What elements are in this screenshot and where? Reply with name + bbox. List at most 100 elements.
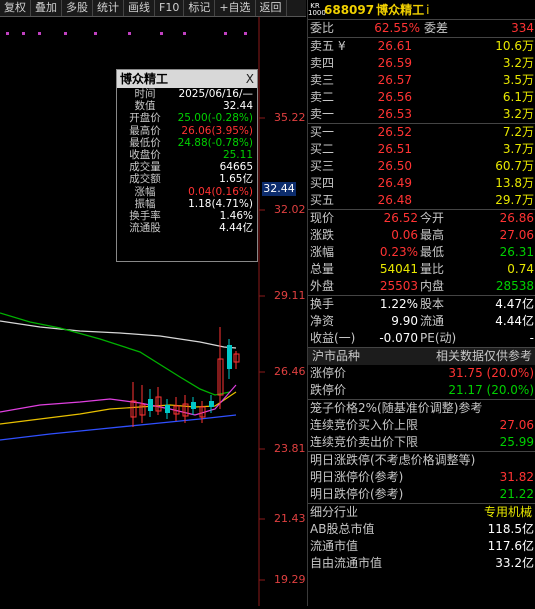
cage-header: 笼子价格2%(随基准价调整)参考 xyxy=(310,401,483,415)
ask-price[interactable]: 26.53 xyxy=(352,106,412,123)
tooltip-row-label: 振幅 xyxy=(134,197,156,210)
axis-label-2: 32.02 xyxy=(274,203,306,216)
tooltip-row-value: 24.88(-0.78%) xyxy=(177,136,253,149)
close-icon[interactable]: X xyxy=(246,70,254,88)
bid-volume: 13.8万 xyxy=(495,176,534,190)
nextday-prices: 明日涨停价(参考) 31.82 明日跌停价(参考) 21.22 xyxy=(308,469,535,504)
quote-panel: KR 1000 688097 博众精工 i 委比 62.55% 委差 334 卖… xyxy=(307,0,535,606)
fund-value-1: 1.22% xyxy=(379,297,418,311)
fund-label-2: 流通 xyxy=(420,314,445,328)
bid-price[interactable]: 26.51 xyxy=(352,141,412,158)
toolbar-multistock-button[interactable]: 多股 xyxy=(62,0,93,16)
axis-label-5: 23.81 xyxy=(274,442,306,455)
ask-mark: ¥ xyxy=(338,39,346,53)
tooltip-row-label: 最高价 xyxy=(129,124,161,137)
bid-label: 买二 xyxy=(310,142,335,156)
fund-row: 换手 1.22% 股本 4.47亿 xyxy=(308,296,535,313)
toolbar-drawline-button[interactable]: 画线 xyxy=(124,0,155,16)
stock-name: 博众精工 xyxy=(376,3,425,17)
tooltip-row-value: 1.18(4.71%) xyxy=(188,197,253,210)
toolbar-f10-button[interactable]: F10 xyxy=(155,0,185,16)
tooltip-row: 流通股 4.44亿 xyxy=(117,222,257,234)
tooltip-row: 数值 32.44 xyxy=(117,100,257,112)
ask-label: 卖一 xyxy=(310,107,335,121)
cap-value: 118.5亿 xyxy=(487,522,534,536)
market-type-header: 沪市品种 相关数据仅供参考 xyxy=(308,348,535,365)
cage-value: 25.99 xyxy=(499,435,534,449)
stock-code: 688097 xyxy=(324,2,375,17)
bid-row: 买一 26.52 7.2万 xyxy=(308,124,535,141)
quote-value-1: 0.23% xyxy=(379,245,418,259)
quote-value-2: 0.74 xyxy=(507,262,534,276)
market-badge: KR 1000 xyxy=(308,2,326,17)
tooltip-row-label: 最低价 xyxy=(129,136,161,149)
reference-note: 相关数据仅供参考 xyxy=(435,349,532,363)
quote-label-2: 最低 xyxy=(420,245,445,259)
tooltip-row: 涨幅 0.04(0.16%) xyxy=(117,186,257,198)
fund-row: 净资 9.90 流通 4.44亿 xyxy=(308,313,535,330)
quote-value-1: 54041 xyxy=(379,262,418,276)
toolbar-stats-button[interactable]: 统计 xyxy=(93,0,124,16)
bid-label: 买三 xyxy=(310,159,335,173)
bid-price[interactable]: 26.52 xyxy=(352,124,412,141)
tooltip-row: 开盘价 25.00(-0.28%) xyxy=(117,112,257,124)
weibi-row: 委比 62.55% 委差 334 xyxy=(308,20,535,38)
toolbar-overlay-button[interactable]: 叠加 xyxy=(31,0,62,16)
ask-book: 卖五 ¥26.61 10.6万 卖四 26.59 3.2万 卖三 26.57 3.5万 卖二 26.… xyxy=(308,38,535,124)
ask-volume: 3.2万 xyxy=(502,107,534,121)
tooltip-row-value: 0.04(0.16%) xyxy=(188,185,253,198)
cap-row: 自由流通市值 33.2亿 xyxy=(308,555,535,572)
nextday-row: 明日涨停价(参考) 31.82 xyxy=(308,469,535,486)
toolbar-back-button[interactable]: 返回 xyxy=(256,0,287,16)
industry-row: 细分行业 专用机械 xyxy=(308,504,535,521)
cap-row: AB股总市值 118.5亿 xyxy=(308,521,535,538)
ask-price[interactable]: 26.61 xyxy=(352,38,412,55)
bid-volume: 29.7万 xyxy=(495,193,534,207)
toolbar-mark-button[interactable]: 标记 xyxy=(184,0,216,16)
quote-row: 外盘 25503 内盘 28538 xyxy=(308,278,535,295)
quote-value-2: 27.06 xyxy=(499,228,534,242)
tooltip-row-value: 1.65亿 xyxy=(219,173,253,186)
tooltip-row-value: 26.06(3.95%) xyxy=(181,124,253,137)
bid-volume: 60.7万 xyxy=(495,159,534,173)
info-icon[interactable]: i xyxy=(426,3,429,17)
bid-price[interactable]: 26.49 xyxy=(352,175,412,192)
ask-price[interactable]: 26.57 xyxy=(352,72,412,89)
ask-row: 卖三 26.57 3.5万 xyxy=(308,72,535,89)
industry-value[interactable]: 专用机械 xyxy=(358,504,535,521)
tooltip-row: 振幅 1.18(4.71%) xyxy=(117,198,257,210)
ask-mark xyxy=(338,89,352,106)
ask-label: 卖二 xyxy=(310,90,335,104)
cap-label: 自由流通市值 xyxy=(310,556,383,570)
limit-row: 涨停价 31.75 (20.0%) xyxy=(308,365,535,382)
toolbar-fuquan-button[interactable]: 复权 xyxy=(0,0,31,16)
bid-label: 买五 xyxy=(310,193,335,207)
toolbar-add-favorite-button[interactable]: +自选 xyxy=(215,0,256,16)
weicha-label: 委差 xyxy=(424,21,449,35)
ask-price[interactable]: 26.59 xyxy=(352,55,412,72)
quote-value-2: 26.86 xyxy=(499,211,534,225)
quote-label-1: 总量 xyxy=(310,262,335,276)
quote-label-2: 今开 xyxy=(420,211,445,225)
bid-label: 买一 xyxy=(310,125,335,139)
ask-price[interactable]: 26.56 xyxy=(352,89,412,106)
nextday-label: 明日涨停价(参考) xyxy=(310,470,404,484)
limit-label: 涨停价 xyxy=(310,366,347,380)
kline-chart[interactable]: 35.22 32.02 29.11 26.46 23.81 21.43 19.2… xyxy=(0,17,306,606)
ask-label: 卖五 xyxy=(310,39,335,53)
tooltip-row-label: 收盘价 xyxy=(129,148,161,161)
bid-price[interactable]: 26.48 xyxy=(352,192,412,209)
limit-prices: 涨停价 31.75 (20.0%) 跌停价 21.17 (20.0%) xyxy=(308,365,535,400)
tooltip-row-value: 25.00(-0.28%) xyxy=(177,112,253,125)
industry-label: 细分行业 xyxy=(310,505,359,519)
bid-row: 买三 26.50 60.7万 xyxy=(308,158,535,175)
weibi-label: 委比 xyxy=(310,21,335,35)
ask-volume: 3.2万 xyxy=(502,56,534,70)
nextday-header: 明日涨跌停(不考虑价格调整等) xyxy=(310,453,476,467)
chart-toolbar: 复权 叠加 多股 统计 画线 F10 标记 +自选 返回 xyxy=(0,0,306,17)
nextday-label: 明日跌停价(参考) xyxy=(310,487,404,501)
stock-header: KR 1000 688097 博众精工 i xyxy=(308,0,535,20)
cap-value: 117.6亿 xyxy=(487,539,534,553)
bid-price[interactable]: 26.50 xyxy=(352,158,412,175)
quote-label-1: 现价 xyxy=(310,211,335,225)
